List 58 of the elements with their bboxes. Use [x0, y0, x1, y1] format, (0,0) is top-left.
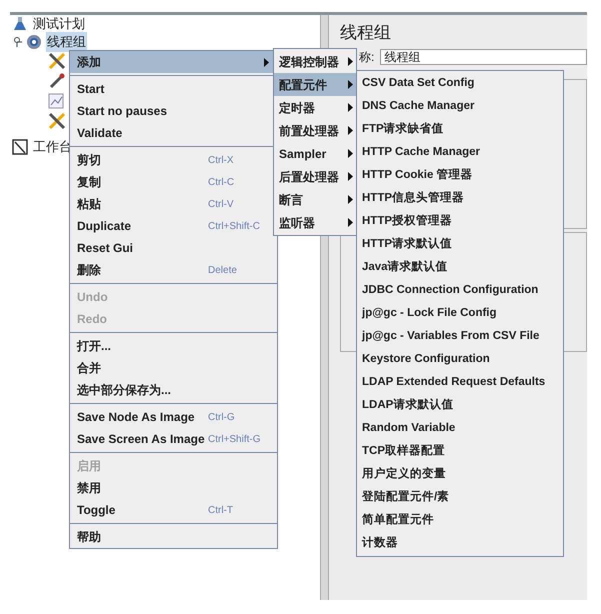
menu-item[interactable]: 禁用	[70, 477, 277, 499]
menu-item[interactable]: 断言	[274, 188, 356, 211]
menu-item[interactable]: 前置处理器	[274, 119, 356, 142]
menu-item[interactable]: 简单配置元件	[357, 509, 563, 532]
tree-item[interactable]: 线程组	[46, 32, 87, 52]
menu-item[interactable]: 登陆配置元件/素	[357, 486, 563, 509]
flask-icon	[12, 16, 28, 32]
menu-item[interactable]: 计数器	[357, 532, 563, 555]
gear-icon	[25, 33, 43, 51]
menu-item[interactable]: LDAP请求默认值	[357, 394, 563, 417]
menu-item[interactable]: Reset Gui	[70, 237, 277, 259]
menu-item[interactable]: 定时器	[274, 96, 356, 119]
menu-item[interactable]: 剪切 Ctrl-X	[70, 149, 277, 171]
menu-item[interactable]: Start no pauses	[70, 100, 277, 122]
tree-handle-icon[interactable]	[12, 37, 22, 47]
pipette-icon	[48, 72, 66, 90]
menu-item[interactable]: Save Node As Image Ctrl-G	[70, 406, 277, 428]
menu-item[interactable]: CSV Data Set Config	[357, 72, 563, 95]
menu-item[interactable]: 帮助	[70, 526, 277, 548]
menu-item[interactable]: HTTP Cookie 管理器	[357, 164, 563, 187]
menu-item[interactable]: LDAP Extended Request Defaults	[357, 371, 563, 394]
menu-item[interactable]: JDBC Connection Configuration	[357, 279, 563, 302]
menu-item[interactable]: Keystore Configuration	[357, 348, 563, 371]
tools-icon	[48, 52, 66, 70]
menu-item[interactable]: Start	[70, 78, 277, 100]
menu-item[interactable]: Random Variable	[357, 417, 563, 440]
menu-item[interactable]: HTTP授权管理器	[357, 210, 563, 233]
menu-item[interactable]: 打开...	[70, 335, 277, 357]
chart-icon	[48, 93, 64, 109]
menu-item[interactable]: Toggle Ctrl-T	[70, 499, 277, 521]
menu-item[interactable]: jp@gc - Lock File Config	[357, 302, 563, 325]
menu-item[interactable]: Duplicate Ctrl+Shift-C	[70, 215, 277, 237]
menu-item[interactable]: 逻辑控制器	[274, 50, 356, 73]
menu-item[interactable]: 复制 Ctrl-C	[70, 171, 277, 193]
menu-item[interactable]: 后置处理器	[274, 165, 356, 188]
menu-item[interactable]: Sampler	[274, 142, 356, 165]
panel-title: 线程组	[340, 22, 392, 44]
menu-item[interactable]: HTTP信息头管理器	[357, 187, 563, 210]
menu-item[interactable]: Save Screen As Image Ctrl+Shift-G	[70, 428, 277, 450]
tools-icon	[48, 112, 66, 130]
menu-item[interactable]: 配置元件	[274, 73, 356, 96]
tree-item[interactable]: 测试计划	[32, 14, 86, 34]
menu-item[interactable]: 粘贴 Ctrl-V	[70, 193, 277, 215]
menu-item[interactable]: Java请求默认值	[357, 256, 563, 279]
menu-item[interactable]: 用户定义的变量	[357, 463, 563, 486]
menu-item[interactable]: HTTP请求默认值	[357, 233, 563, 256]
menu-item[interactable]: 合并	[70, 357, 277, 379]
menu-item[interactable]: 删除 Delete	[70, 259, 277, 281]
menu-item[interactable]: 监听器	[274, 211, 356, 234]
menu-item[interactable]: DNS Cache Manager	[357, 95, 563, 118]
menu-item[interactable]: FTP请求缺省值	[357, 118, 563, 141]
menu-item[interactable]: HTTP Cache Manager	[357, 141, 563, 164]
menu-item[interactable]: jp@gc - Variables From CSV File	[357, 325, 563, 348]
menu-item[interactable]: TCP取样器配置	[357, 440, 563, 463]
menu-item[interactable]: Validate	[70, 122, 277, 144]
name-label: 称:	[359, 49, 374, 66]
name-field[interactable]: 线程组	[380, 49, 587, 65]
menu-item[interactable]: 选中部分保存为...	[70, 379, 277, 401]
